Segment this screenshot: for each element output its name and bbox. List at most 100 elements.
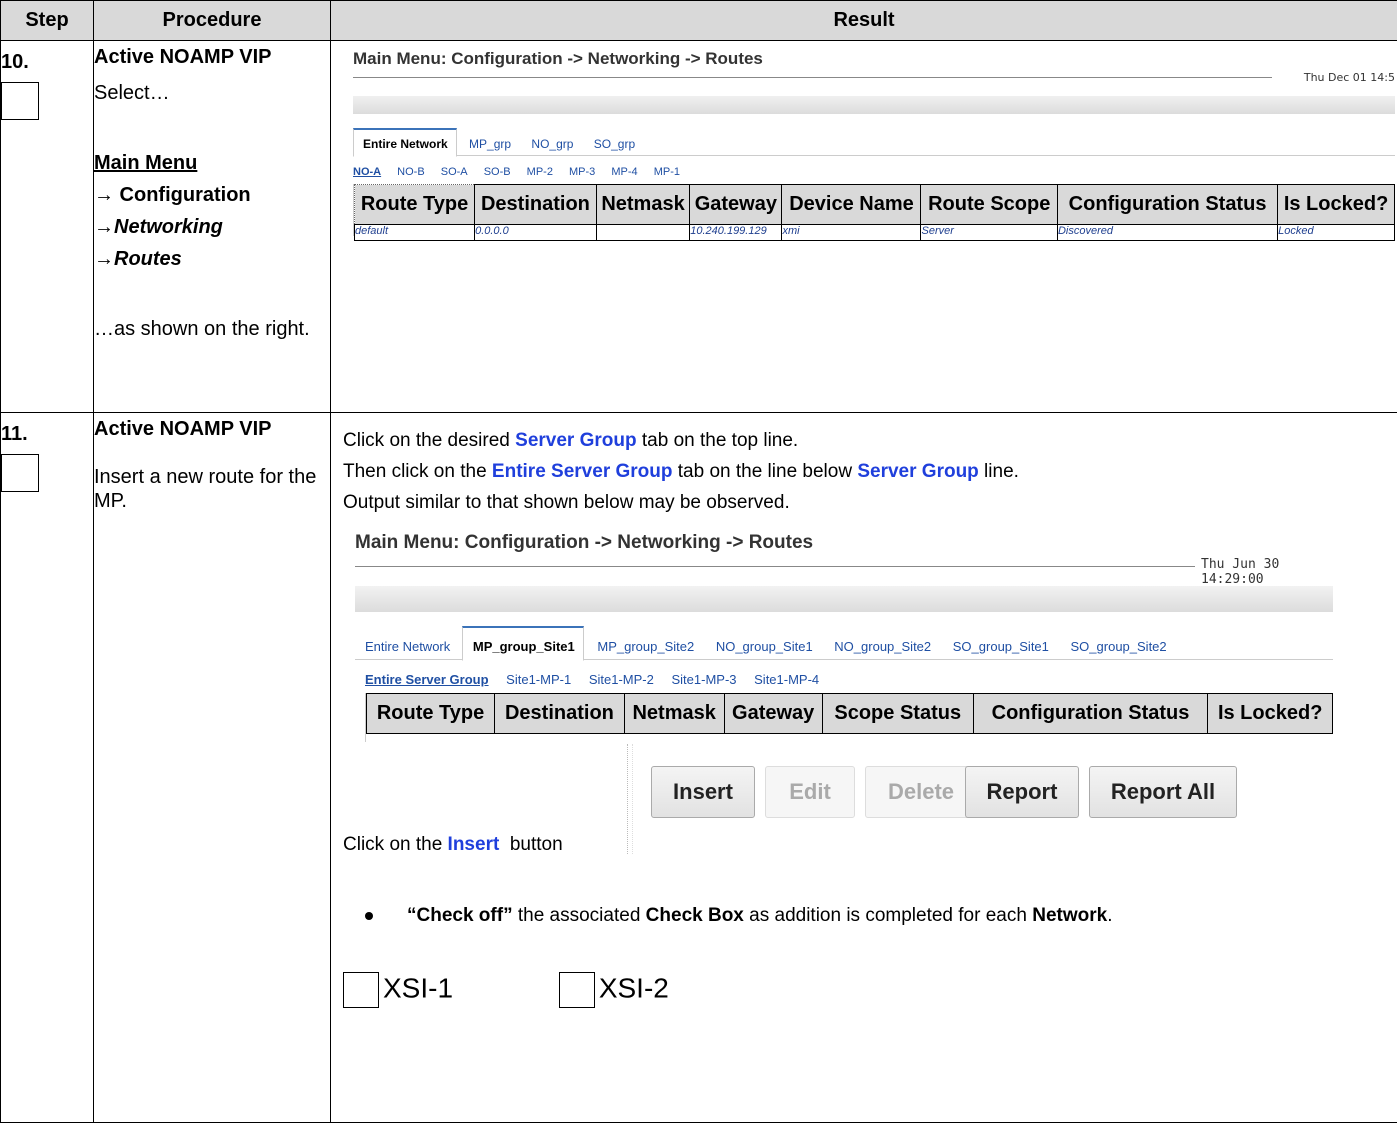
cell-route-type: default [353,224,476,241]
header-procedure: Procedure [93,0,331,41]
step-11-result: Click on the desired Server Group tab on… [330,412,1397,1123]
table-row[interactable]: default 0.0.0.0 10.240.199.129 xmi Serve… [353,224,1395,241]
tab-no-grp[interactable]: NO_grp [522,130,581,158]
tab-no-group-site2[interactable]: NO_group_Site2 [824,628,939,662]
text: Then click on the [343,461,492,482]
cell-route-scope: Server [920,224,1058,241]
header-result: Result [330,0,1397,41]
step-10-checkbox[interactable] [1,82,39,120]
tab-so-group-site1[interactable]: SO_group_Site1 [943,628,1057,662]
subtab-entire-server-group[interactable]: Entire Server Group [365,672,489,687]
report-button[interactable]: Report [965,766,1079,818]
report-all-button[interactable]: Report All [1089,766,1237,818]
check-box-label: Check Box [645,905,744,926]
insert-button[interactable]: Insert [651,766,755,818]
text: the associated [512,905,646,926]
tab-mp-group-site2[interactable]: MP_group_Site2 [587,628,702,662]
col-destination[interactable]: Destination [494,693,625,734]
subtab-site1-mp-1[interactable]: Site1-MP-1 [506,672,571,687]
subtab-mp-2[interactable]: MP-2 [527,166,553,178]
tab-entire-network[interactable]: Entire Network [355,628,458,662]
col-gateway[interactable]: Gateway [723,693,823,734]
col-gateway[interactable]: Gateway [689,184,783,225]
col-is-locked[interactable]: Is Locked? [1207,693,1333,734]
tab-mp-group-site1[interactable]: MP_group_Site1 [461,626,584,661]
screen-title: Main Menu: Configuration -> Networking -… [355,532,814,553]
subtab-site1-mp-4[interactable]: Site1-MP-4 [754,672,819,687]
subtab-so-b[interactable]: SO-B [484,166,511,178]
cell-netmask [595,224,691,241]
step-11-cell: 11. [0,412,94,1123]
col-netmask[interactable]: Netmask [623,693,725,734]
procedure-select: Select… [94,82,170,104]
insert-label: Insert [447,834,500,855]
instruction-line-3: Output similar to that shown below may b… [343,492,790,513]
subtab-no-b[interactable]: NO-B [397,166,425,178]
subtab-mp-1[interactable]: MP-1 [654,166,680,178]
col-configuration-status[interactable]: Configuration Status [972,693,1209,734]
network-label: Network [1032,905,1108,926]
click-insert-text: Click on the Insert button [343,834,563,856]
procedure-table-page: Step Procedure Result 10. Active NOAMP V… [0,0,1397,1123]
screen-date: Thu Jun 30 14:29:00 [1201,557,1280,587]
step-10-procedure: Active NOAMP VIP Select… Main Menu → Con… [93,40,331,413]
tab-so-grp[interactable]: SO_grp [585,130,643,158]
subtab-no-a[interactable]: NO-A [353,166,381,178]
subtab-mp-4[interactable]: MP-4 [611,166,637,178]
grid-header-row: Route Type Destination Netmask Gateway S… [365,693,1333,734]
step-10-result: Main Menu: Configuration -> Networking -… [330,40,1397,413]
screen-title: Main Menu: Configuration -> Networking -… [353,49,763,68]
routes-screenshot-1: Main Menu: Configuration -> Networking -… [331,41,1397,247]
cell-is-locked: Locked [1277,224,1395,241]
checkbox-xsi-1[interactable]: XSI-1 [343,972,453,1008]
subtab-site1-mp-2[interactable]: Site1-MP-2 [589,672,654,687]
procedure-description: Insert a new route for the MP. [94,466,317,512]
step-11-row: 11. Active NOAMP VIP Insert a new route … [0,412,1397,1123]
col-configuration-status[interactable]: Configuration Status [1056,184,1279,225]
col-destination[interactable]: Destination [474,184,597,225]
col-scope-status[interactable]: Scope Status [821,693,974,734]
procedure-shown: …as shown on the right. [94,318,310,340]
procedure-table: Step Procedure Result 10. Active NOAMP V… [0,0,1397,1123]
bullet-dot [365,911,373,920]
col-route-scope[interactable]: Route Scope [920,184,1058,225]
step-number: 10. [1,51,29,73]
routes-grid: Route Type Destination Netmask Gateway D… [353,184,1395,241]
routes-grid: Route Type Destination Netmask Gateway S… [365,693,1333,742]
header-step: Step [0,0,94,41]
checkbox-square[interactable] [558,972,595,1008]
subtab-so-a[interactable]: SO-A [441,166,468,178]
header-row: Step Procedure Result [0,0,1397,41]
tab-no-group-site1[interactable]: NO_group_Site1 [706,628,821,662]
edit-button[interactable]: Edit [765,766,855,818]
tab-mp-grp[interactable]: MP_grp [460,130,519,158]
checkbox-xsi-2[interactable]: XSI-2 [558,972,669,1008]
step-10-cell: 10. [0,40,94,413]
col-is-locked[interactable]: Is Locked? [1277,184,1395,225]
col-route-type[interactable]: Route Type [353,184,476,225]
step-11-procedure: Active NOAMP VIP Insert a new route for … [93,412,331,1123]
step-11-checkbox[interactable] [1,454,39,492]
text: . [1107,905,1113,926]
checkbox-square[interactable] [343,972,379,1008]
subtab-site1-mp-3[interactable]: Site1-MP-3 [671,672,736,687]
entire-server-group-label: Entire Server Group [491,461,673,482]
cell-destination: 0.0.0.0 [474,224,597,241]
group-tabs: Entire Network MP_grp NO_grp SO_grp [353,128,1395,158]
col-netmask[interactable]: Netmask [595,184,691,225]
instructions: Click on the desired Server Group tab on… [331,413,1397,518]
tab-so-group-site2[interactable]: SO_group_Site2 [1061,628,1175,662]
procedure-title: Active NOAMP VIP [94,46,272,68]
text: Click on the desired [343,430,516,451]
text: as addition is completed for each [743,905,1033,926]
tab-entire-network[interactable]: Entire Network [353,128,457,157]
step-number: 11. [1,423,28,445]
server-subtabs: NO-A NO-B SO-A SO-B MP-2 MP-3 MP-4 MP-1 [353,166,693,178]
subtab-mp-3[interactable]: MP-3 [569,166,595,178]
col-route-type[interactable]: Route Type [365,693,496,734]
col-device-name[interactable]: Device Name [781,184,922,225]
delete-button[interactable]: Delete [865,766,977,818]
instruction-line-2: Then click on the Entire Server Group ta… [343,456,1397,487]
procedure-title: Active NOAMP VIP [94,418,272,440]
grid-header-row: Route Type Destination Netmask Gateway D… [353,184,1395,225]
